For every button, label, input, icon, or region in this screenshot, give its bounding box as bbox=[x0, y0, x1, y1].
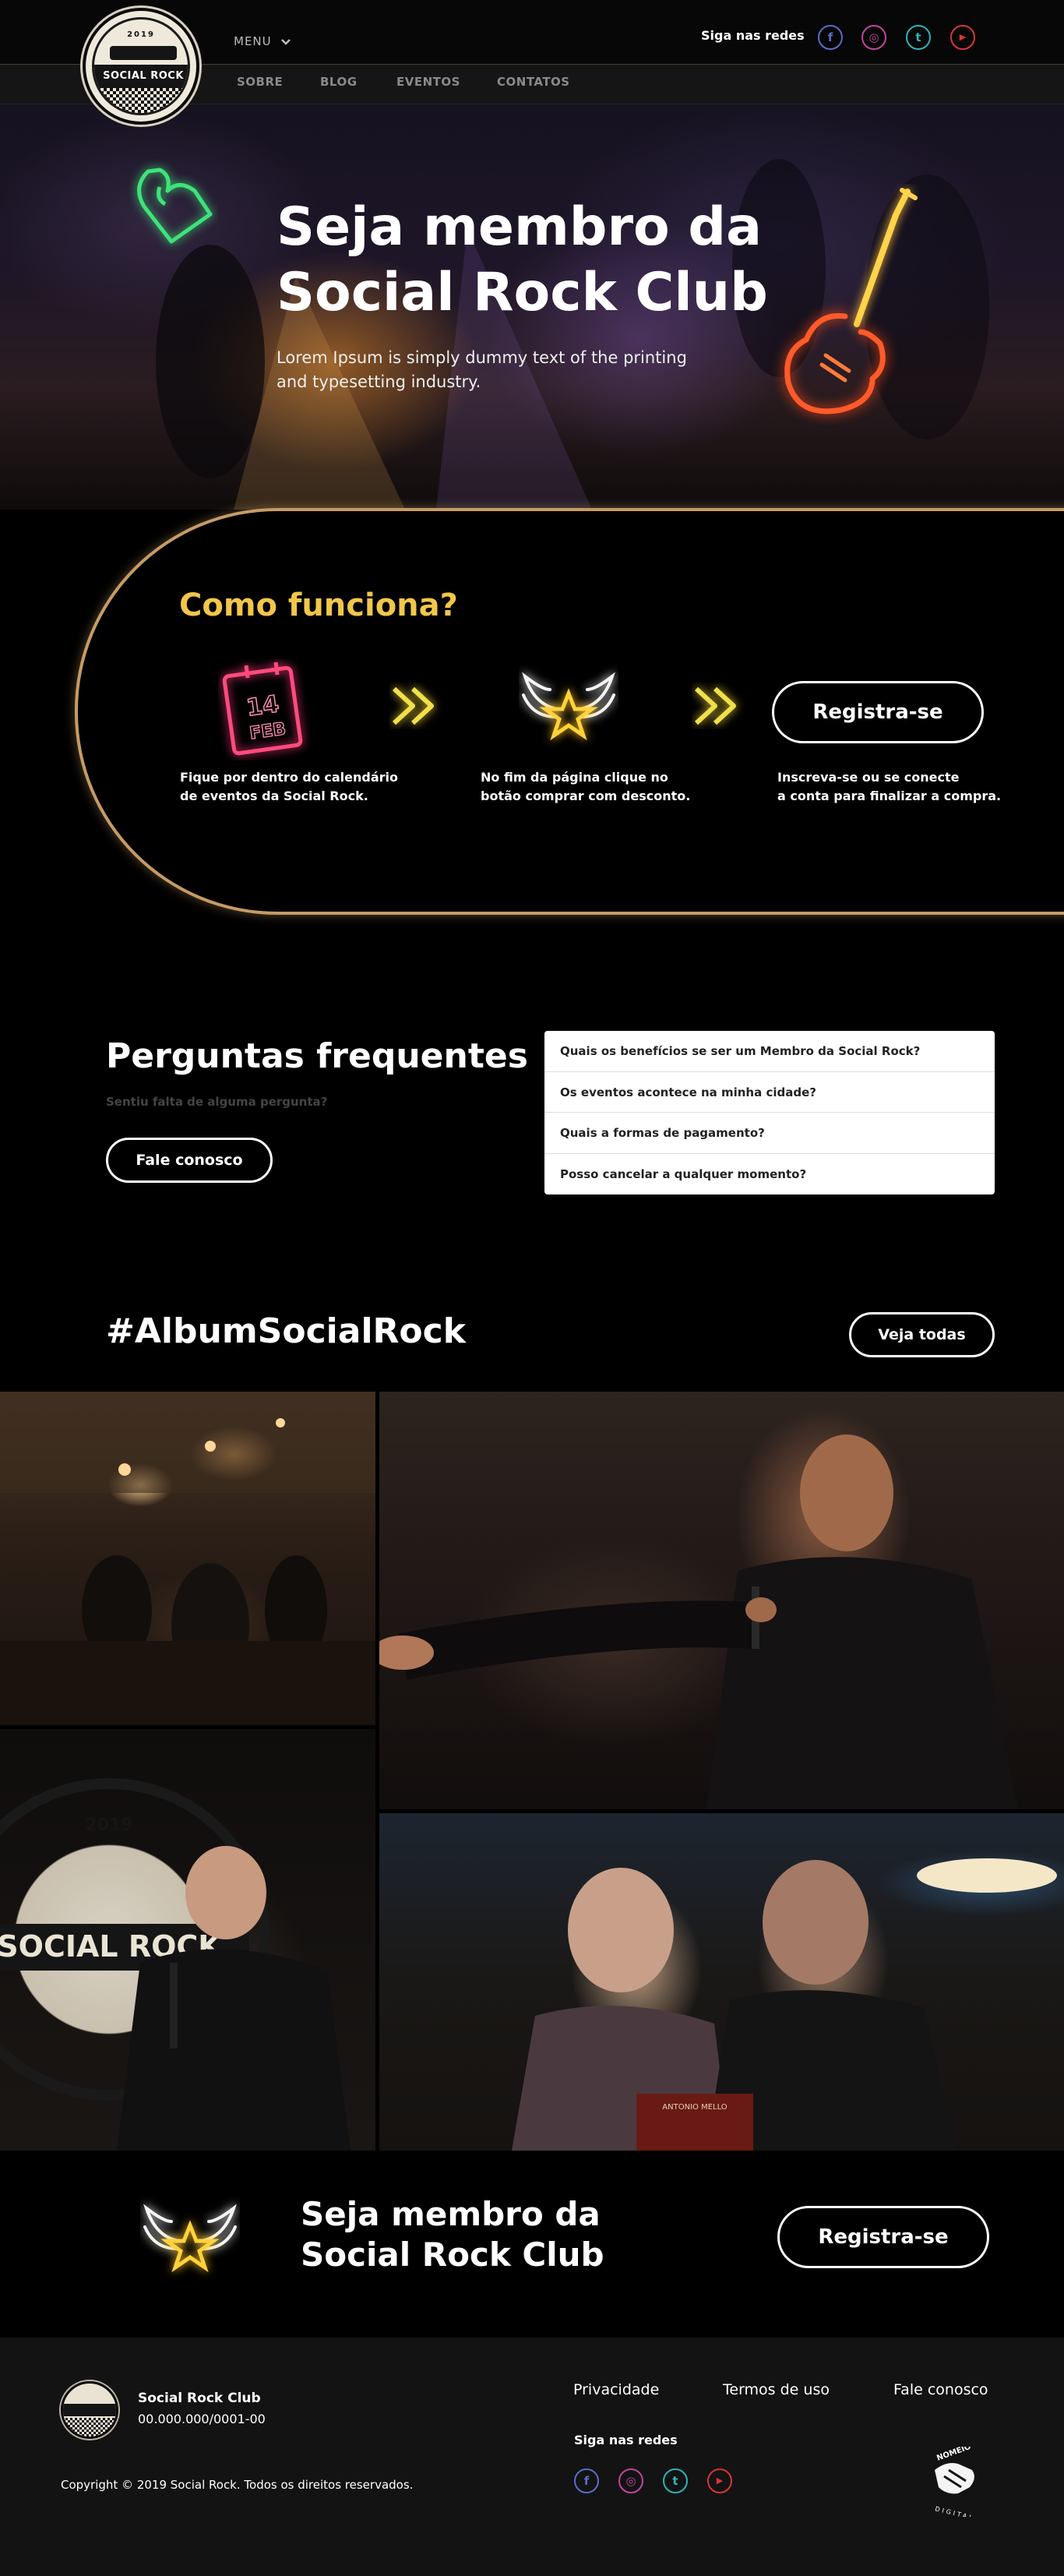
step-2-text: No fim da página clique no botão comprar… bbox=[481, 768, 714, 806]
neon-winged-star-icon bbox=[143, 2204, 237, 2273]
faq-subtitle: Sentiu falta de alguma pergunta? bbox=[106, 1095, 328, 1109]
step-1-text: Fique por dentro do calendário de evento… bbox=[180, 768, 414, 806]
faq-item[interactable]: Os eventos acontece na minha cidade? bbox=[544, 1072, 995, 1113]
footer-link-contact[interactable]: Fale conosco bbox=[893, 2381, 988, 2398]
facebook-icon[interactable]: f bbox=[574, 2468, 599, 2493]
twitter-icon[interactable]: t bbox=[663, 2468, 688, 2493]
friends-scene: ANTONIO MELLO bbox=[512, 1858, 1057, 2151]
hero-title-line2: Social Rock Club bbox=[277, 262, 768, 323]
album-photo-bar[interactable] bbox=[0, 1392, 375, 1725]
hero-title: Seja membro da Social Rock Club bbox=[277, 195, 822, 326]
faq-list: Quais os benefícios se ser um Membro da … bbox=[544, 1031, 995, 1194]
neon-chevrons-icon bbox=[392, 686, 434, 725]
nav-item-blog[interactable]: BLOG bbox=[320, 75, 358, 89]
agency-logo[interactable]: NOMEIO DIGITAL bbox=[904, 2447, 997, 2517]
nav-item-sobre[interactable]: SOBRE bbox=[237, 75, 283, 89]
step-2-line2: botão comprar com desconto. bbox=[481, 789, 691, 803]
footer-logo[interactable] bbox=[61, 2381, 118, 2439]
nav-item-contatos[interactable]: CONTATOS bbox=[497, 75, 570, 89]
instagram-icon[interactable]: ◎ bbox=[618, 2468, 643, 2493]
youtube-icon[interactable]: ▶ bbox=[950, 25, 975, 50]
neon-winged-star-icon bbox=[522, 672, 615, 741]
faq-item[interactable]: Quais os benefícios se ser um Membro da … bbox=[544, 1031, 995, 1072]
footer-link-privacy[interactable]: Privacidade bbox=[573, 2381, 659, 2398]
step-1-line2: de eventos da Social Rock. bbox=[180, 789, 368, 803]
cta-register-button[interactable]: Registra-se bbox=[777, 2206, 989, 2268]
album-photo-friends[interactable]: ANTONIO MELLO bbox=[379, 1813, 1064, 2151]
youtube-icon[interactable]: ▶ bbox=[707, 2468, 732, 2493]
calendar-month: FEB bbox=[248, 719, 287, 743]
how-title: Como funciona? bbox=[179, 588, 458, 623]
album-photo-speaker[interactable] bbox=[379, 1392, 1064, 1809]
photo-book-text: ANTONIO MELLO bbox=[662, 2103, 728, 2112]
step-3-line1: Inscreva-se ou se conecte bbox=[777, 770, 960, 785]
twitter-icon[interactable]: t bbox=[906, 25, 931, 50]
faq-item[interactable]: Quais a formas de pagamento? bbox=[544, 1113, 995, 1154]
brand-logo[interactable]: 2019 SOCIAL ROCK CLUB bbox=[83, 8, 199, 125]
cta-title: Seja membro da Social Rock Club bbox=[301, 2194, 604, 2275]
agency-name-top: NOMEIO bbox=[935, 2447, 972, 2463]
calendar-day: 14 bbox=[245, 690, 280, 722]
nav-item-eventos[interactable]: EVENTOS bbox=[396, 75, 460, 89]
speaker-scene bbox=[379, 1434, 1018, 1809]
cta-title-line2: Social Rock Club bbox=[301, 2235, 604, 2274]
faq-title: Perguntas frequentes bbox=[106, 1036, 528, 1076]
neon-calendar-icon: 14 FEB bbox=[222, 662, 303, 756]
logo-checker-pattern bbox=[94, 88, 188, 113]
step-2-line1: No fim da página clique no bbox=[481, 770, 668, 785]
register-button[interactable]: Registra-se bbox=[772, 681, 984, 743]
follow-label: Siga nas redes bbox=[701, 28, 805, 43]
chevron-down-icon bbox=[281, 38, 291, 45]
footer-company: Social Rock Club bbox=[138, 2391, 261, 2406]
agency-name-bottom: DIGITAL bbox=[935, 2505, 976, 2517]
step-3-text: Inscreva-se ou se conecte a conta para f… bbox=[777, 768, 1042, 806]
photo-badge-year: 2019 bbox=[85, 1816, 132, 1835]
album-photo-singer[interactable]: SOCIAL ROCK 2019 bbox=[0, 1729, 375, 2151]
bar-crowd-scene bbox=[0, 1392, 375, 1725]
menu-label: MENU bbox=[234, 34, 272, 48]
singer-scene: SOCIAL ROCK 2019 bbox=[0, 1778, 351, 2151]
album-title: #AlbumSocialRock bbox=[106, 1311, 466, 1351]
contact-button[interactable]: Fale conosco bbox=[106, 1138, 273, 1183]
page: 2019 SOCIAL ROCK CLUB MENU SOBRE BLOG EV… bbox=[0, 0, 1064, 2576]
logo-text: SOCIAL ROCK CLUB bbox=[94, 65, 188, 105]
hero-subtitle: Lorem Ipsum is simply dummy text of the … bbox=[277, 346, 713, 394]
hero-title-line1: Seja membro da bbox=[277, 196, 762, 258]
cta-title-line1: Seja membro da bbox=[301, 2195, 601, 2233]
menu-toggle[interactable]: MENU bbox=[234, 34, 291, 48]
faq-item[interactable]: Posso cancelar a qualquer momento? bbox=[544, 1154, 995, 1195]
step-3-line2: a conta para finalizar a compra. bbox=[777, 789, 1002, 803]
neon-hand-icon bbox=[137, 168, 213, 244]
footer-copyright: Copyright © 2019 Social Rock. Todos os d… bbox=[61, 2478, 414, 2492]
logo-dots bbox=[110, 46, 177, 60]
step-1-line1: Fique por dentro do calendário bbox=[180, 770, 399, 785]
footer-cnpj: 00.000.000/0001-00 bbox=[138, 2412, 266, 2426]
instagram-icon[interactable]: ◎ bbox=[861, 25, 886, 50]
neon-chevrons-icon bbox=[694, 686, 736, 725]
facebook-icon[interactable]: f bbox=[818, 25, 843, 50]
logo-year: 2019 bbox=[127, 30, 155, 39]
footer-follow-label: Siga nas redes bbox=[574, 2433, 678, 2447]
footer-link-terms[interactable]: Termos de uso bbox=[723, 2381, 830, 2398]
hero-subtitle-line1: Lorem Ipsum is simply dummy text of the … bbox=[277, 348, 687, 367]
hero-subtitle-line2: and typesetting industry. bbox=[277, 372, 481, 391]
see-all-button[interactable]: Veja todas bbox=[849, 1312, 995, 1357]
